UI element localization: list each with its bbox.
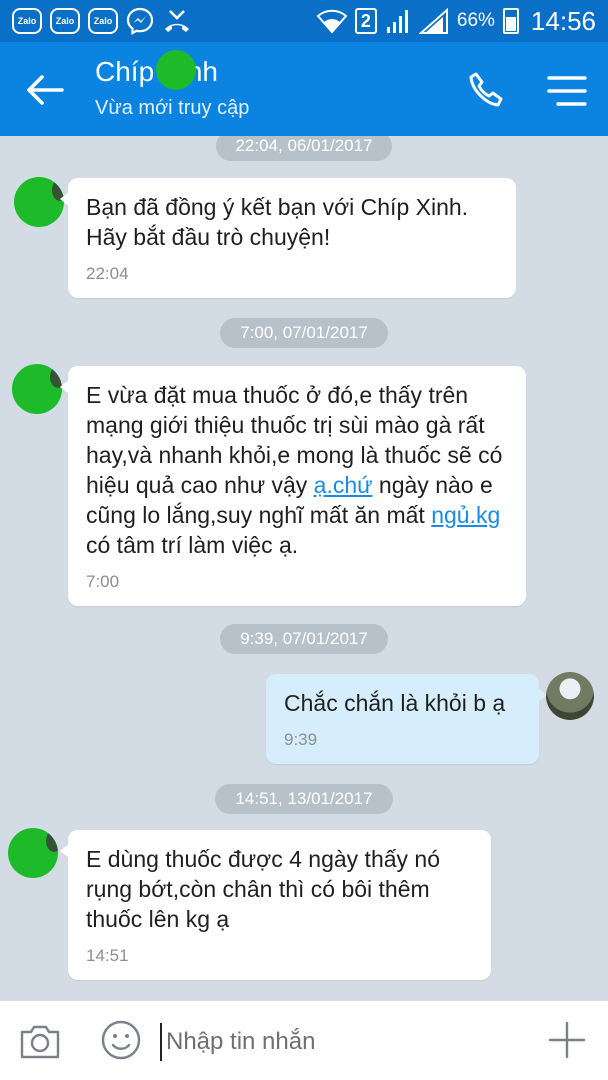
message-text: có tâm trí làm việc ạ. <box>86 532 299 558</box>
battery-icon <box>502 8 519 34</box>
signal-icon <box>386 10 408 33</box>
menu-icon[interactable] <box>546 72 588 110</box>
chat-header: Chíp Xinh Vừa mới truy cập <box>0 42 608 136</box>
back-arrow-icon[interactable] <box>22 68 66 112</box>
status-clock: 14:56 <box>530 5 596 36</box>
plus-icon[interactable] <box>548 1021 586 1059</box>
message-bubble-incoming[interactable]: E vừa đặt mua thuốc ở đó,e thấy trên mạn… <box>60 366 526 606</box>
zalo-icon: Zalo <box>12 8 42 34</box>
message-time: 7:00 <box>86 572 120 591</box>
sim-slot-badge: 2 <box>354 8 377 34</box>
messenger-icon <box>126 7 154 35</box>
battery-percentage: 66% <box>456 10 495 31</box>
message-text: E dùng thuốc được 4 ngày thấy nó rụng bớ… <box>86 846 440 932</box>
emoji-icon[interactable] <box>100 1019 142 1061</box>
message-time: 9:39 <box>284 730 318 749</box>
contact-status: Vừa mới truy cập <box>95 97 250 119</box>
phone-icon[interactable] <box>466 70 506 110</box>
name-redaction-mark <box>156 50 196 90</box>
chat-area[interactable]: 22:04, 06/01/2017 Bạn đã đồng ý kết bạn … <box>0 136 608 1000</box>
message-text: Bạn đã đồng ý kết bạn với Chíp Xinh. Hãy… <box>86 194 469 250</box>
signal-icon <box>418 8 448 34</box>
missed-call-icon <box>165 10 189 32</box>
date-separator: 7:00, 07/01/2017 <box>220 318 388 348</box>
message-time: 22:04 <box>86 264 129 283</box>
message-bubble-outgoing[interactable]: Chắc chắn là khỏi b ạ 9:39 <box>266 674 547 764</box>
wifi-icon <box>316 9 347 34</box>
message-composer <box>0 1000 608 1080</box>
date-separator: 14:51, 13/01/2017 <box>215 784 393 814</box>
message-link[interactable]: ngủ.kg <box>431 502 500 528</box>
message-bubble-incoming[interactable]: Bạn đã đồng ý kết bạn với Chíp Xinh. Hãy… <box>60 178 516 298</box>
contact-avatar[interactable] <box>8 828 58 878</box>
date-separator: 9:39, 07/01/2017 <box>220 624 388 654</box>
message-time: 14:51 <box>86 946 129 965</box>
message-text: Chắc chắn là khỏi b ạ <box>284 690 506 716</box>
message-input[interactable] <box>160 1023 520 1061</box>
contact-avatar[interactable] <box>12 364 62 414</box>
message-link[interactable]: ạ.chứ <box>314 472 373 498</box>
camera-icon[interactable] <box>18 1021 62 1061</box>
notification-icons: Zalo Zalo Zalo <box>12 7 192 35</box>
zalo-icon: Zalo <box>50 8 80 34</box>
message-bubble-incoming[interactable]: E dùng thuốc được 4 ngày thấy nó rụng bớ… <box>60 830 491 980</box>
status-bar: Zalo Zalo Zalo 2 66% 14:56 <box>0 0 608 42</box>
contact-avatar[interactable] <box>14 177 64 227</box>
zalo-icon: Zalo <box>88 8 118 34</box>
my-avatar[interactable] <box>546 672 594 720</box>
date-separator: 22:04, 06/01/2017 <box>216 136 392 161</box>
system-status: 2 66% 14:56 <box>316 5 596 37</box>
